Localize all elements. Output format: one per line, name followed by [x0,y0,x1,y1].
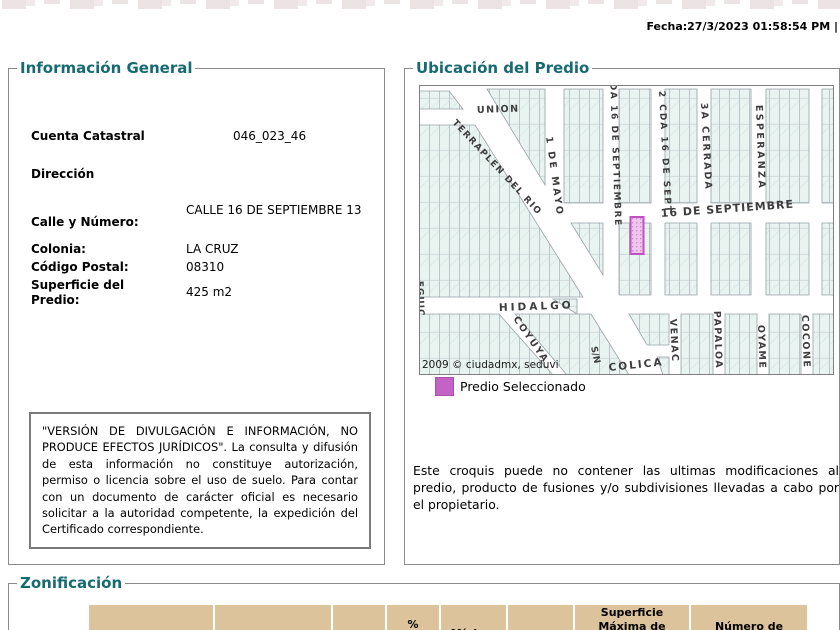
info-general-title: Información General [17,59,196,77]
cadastral-report-page: Fecha:27/3/2023 01:58:54 PM | Informació… [0,0,840,630]
header-cell-superficie-maxima: Superficie Máxima de [575,605,689,630]
header-cell-percent: % [387,605,439,630]
field-label-cuenta-catastral: Cuenta Catastral [31,129,145,143]
zonificacion-panel: Zonificación % Mínimo Superficie Máxima … [8,574,840,630]
header-cell-6 [508,605,573,630]
map-note: Este croquis puede no contener las ultim… [413,463,839,512]
street-label-oyame: OYAME [755,325,768,370]
header-cell-3 [333,605,385,630]
table-header-row: % Mínimo Superficie Máxima de Número de [89,605,807,630]
header-cell-minimo: Mínimo [441,605,506,630]
field-value-colonia: LA CRUZ [186,242,239,256]
zonificacion-title: Zonificación [17,574,126,592]
header-cell-numero-de: Número de [691,605,807,630]
top-tab-strip [2,0,840,9]
map-image: UNION TERRAPLEN DEL RIO 1 DE MAYO 2DA 16… [419,85,834,375]
field-label-calle-numero: Calle y Número: [31,215,139,229]
field-label-codigo-postal: Código Postal: [31,260,129,274]
header-cell-2 [215,605,331,630]
header-cell-1 [89,605,213,630]
field-label-colonia: Colonia: [31,242,86,256]
field-label-superficie: Superficie del Predio: [31,278,125,307]
field-value-calle-numero: CALLE 16 DE SEPTIEMBRE 13 [186,203,362,217]
map-copyright: 2009 © ciudadmx, seduvi [422,359,559,371]
selected-parcel-legend: Predio Seleccionado [460,379,586,394]
street-label-union: UNION [477,104,520,116]
field-label-direccion: Dirección [31,167,95,181]
street-label-venac: VENAC [667,319,680,363]
info-general-panel: Información General Cuenta Catastral 046… [8,59,385,565]
date-label: Fecha:27/3/2023 01:58:54 PM | [646,20,838,33]
field-value-superficie: 425 m2 [186,285,233,299]
street-label-cocone: COCONE [799,315,812,369]
field-value-cuenta-catastral: 046_023_46 [233,129,307,143]
street-label-papaloa: PAPALOA [711,311,724,370]
selected-parcel-highlight [629,216,645,255]
zonificacion-table: % Mínimo Superficie Máxima de Número de [87,603,809,630]
ubicacion-title: Ubicación del Predio [413,59,593,77]
legal-disclaimer: "VERSIÓN DE DIVULGACIÓN E INFORMACIÓN, N… [29,412,371,549]
ubicacion-panel: Ubicación del Predio UNION TERRAPLEN DEL… [404,59,840,565]
selected-parcel-swatch [435,377,454,396]
field-value-codigo-postal: 08310 [186,260,225,274]
